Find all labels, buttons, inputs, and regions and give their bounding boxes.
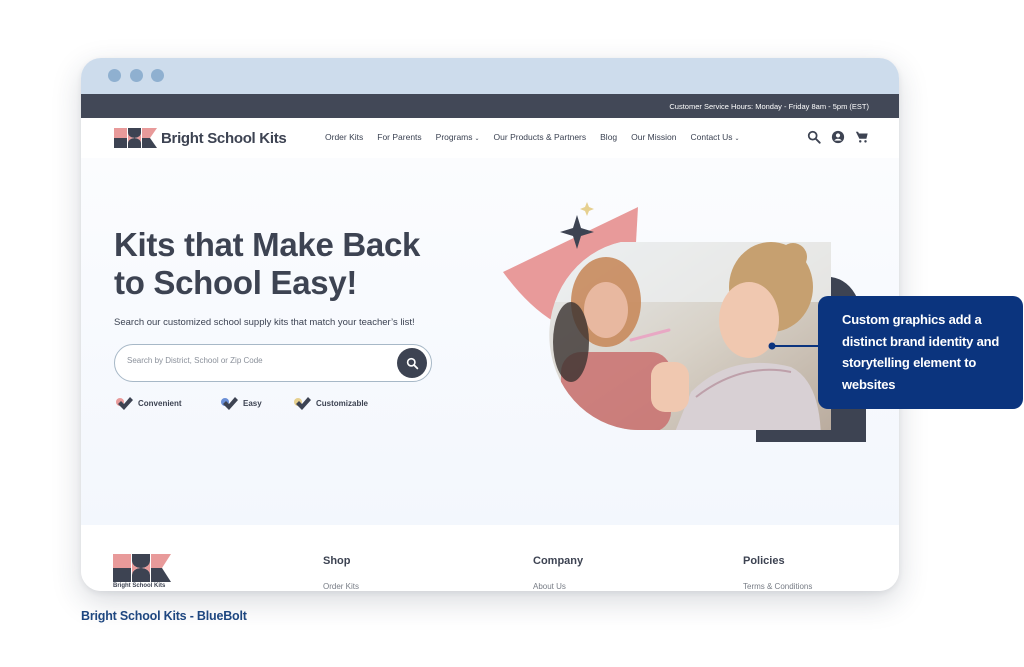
account-icon[interactable]: [831, 130, 845, 144]
site-footer: Bright School Kits Shop Order Kits Compa…: [81, 525, 899, 591]
search-icon[interactable]: [807, 130, 821, 144]
nav-item-for-parents[interactable]: For Parents: [377, 132, 421, 142]
chevron-down-icon: ⌄: [734, 136, 740, 142]
feature-label: Convenient: [138, 398, 182, 408]
footer-heading: Policies: [743, 555, 785, 567]
feature-label: Easy: [243, 398, 262, 408]
nav-label: Order Kits: [325, 132, 364, 142]
footer-link-order-kits[interactable]: Order Kits: [323, 582, 359, 591]
customer-service-hours: Customer Service Hours: Monday - Friday …: [669, 101, 869, 111]
feature-label: Customizable: [316, 398, 369, 408]
footer-logo[interactable]: Bright School Kits: [113, 554, 173, 589]
nav-icon-group: [807, 130, 869, 144]
footer-heading: Shop: [323, 555, 351, 567]
hero-section: Kits that Make Back to School Easy! Sear…: [81, 158, 899, 525]
logo-mark-icon: [113, 554, 171, 582]
sparkle-gold-icon: [580, 202, 594, 216]
window-dot-minimize[interactable]: [130, 69, 143, 82]
nav-item-products-partners[interactable]: Our Products & Partners: [494, 132, 587, 142]
nav-item-order-kits[interactable]: Order Kits: [325, 132, 363, 142]
callout-connector-dot: [768, 342, 776, 350]
screenshot-caption: Bright School Kits - BlueBolt: [81, 609, 247, 623]
nav-label: Programs: [435, 132, 473, 142]
hero-subtitle: Search our customized school supply kits…: [114, 317, 415, 328]
footer-link-about-us[interactable]: About Us: [533, 582, 583, 591]
nav-label: Blog: [600, 132, 618, 142]
logo-mark-icon: [114, 128, 157, 148]
nav-label: Contact Us: [690, 132, 733, 142]
footer-column-policies: Policies Terms & Conditions: [743, 555, 812, 591]
chevron-down-icon: ⌄: [474, 136, 480, 142]
browser-chrome: [81, 58, 899, 94]
window-dot-maximize[interactable]: [151, 69, 164, 82]
nav-item-programs[interactable]: Programs ⌄: [436, 132, 480, 142]
footer-logo-text: Bright School Kits: [113, 583, 166, 589]
footer-link-terms[interactable]: Terms & Conditions: [743, 582, 812, 591]
headline-emphasis: Easy: [270, 264, 347, 301]
main-navbar: Bright School Kits Order Kits For Parent…: [81, 118, 899, 158]
kit-search-input[interactable]: [127, 356, 387, 365]
heart-check-icon: [116, 397, 133, 410]
footer-column-shop: Shop Order Kits: [323, 555, 359, 591]
nav-item-contact-us[interactable]: Contact Us ⌄: [691, 132, 740, 142]
headline-line-2: to School: [114, 264, 271, 301]
site-logo[interactable]: Bright School Kits: [114, 128, 287, 148]
search-submit-button[interactable]: [397, 348, 427, 378]
nav-item-blog[interactable]: Blog: [600, 132, 617, 142]
logo-text: Bright School Kits: [161, 129, 287, 147]
annotation-callout: Custom graphics add a distinct brand ide…: [818, 296, 1023, 409]
utility-bar: Customer Service Hours: Monday - Friday …: [81, 94, 899, 118]
footer-heading: Company: [533, 555, 584, 567]
kit-search-bar: [114, 344, 432, 382]
footer-column-company: Company About Us: [533, 555, 583, 591]
headline-exclamation: !: [346, 264, 358, 301]
students-photo: [549, 242, 832, 431]
hero-headline: Kits that Make Back to School Easy!: [114, 226, 420, 302]
nav-item-our-mission[interactable]: Our Mission: [631, 132, 676, 142]
feature-list: Convenient Easy Customizable: [115, 396, 368, 410]
nav-label: Our Products & Partners: [493, 132, 587, 142]
window-dot-close[interactable]: [108, 69, 121, 82]
feature-convenient: Convenient: [115, 396, 220, 410]
nav-label: For Parents: [377, 132, 422, 142]
nav-label: Our Mission: [631, 132, 677, 142]
feature-easy: Easy: [220, 396, 293, 410]
primary-nav: Order Kits For Parents Programs ⌄ Our Pro…: [325, 132, 740, 142]
search-icon: [406, 357, 418, 369]
browser-window: Customer Service Hours: Monday - Friday …: [81, 58, 899, 591]
heart-check-icon: [221, 397, 238, 410]
cart-icon[interactable]: [855, 130, 869, 144]
headline-line-1: Kits that Make Back: [114, 226, 421, 263]
heart-check-icon: [294, 397, 311, 410]
feature-customizable: Customizable: [293, 396, 368, 410]
